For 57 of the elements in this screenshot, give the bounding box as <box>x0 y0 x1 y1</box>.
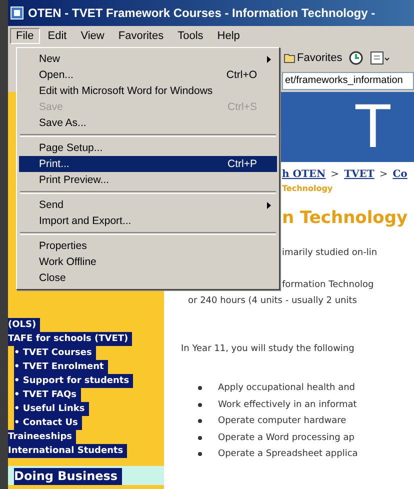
sidebar-link[interactable]: International Students <box>8 444 128 458</box>
page-heading: n Technology <box>282 208 408 228</box>
menu-bar-item[interactable]: File <box>10 28 40 44</box>
menu-item[interactable]: Print Preview... <box>19 172 277 188</box>
address-field[interactable]: et/frameworks_information <box>282 72 414 90</box>
breadcrumb-link[interactable]: h OTEN <box>282 169 326 180</box>
sidebar-link[interactable]: • TVET Courses <box>14 346 96 360</box>
list-item-text: Operate a Word processing ap <box>218 432 354 443</box>
sidebar-link[interactable]: TAFE for schools (TVET) <box>8 332 132 346</box>
banner-letter: T <box>354 96 392 158</box>
menu-bar-item[interactable]: Favorites <box>112 28 170 44</box>
sidebar-link[interactable]: • Contact Us <box>14 416 82 430</box>
sidebar-link[interactable]: Doing Business <box>14 468 122 485</box>
bullet-icon <box>198 436 202 440</box>
sidebar-link[interactable]: Traineeships <box>8 430 76 444</box>
menu-item[interactable]: Send <box>19 197 277 213</box>
sidebar-link[interactable]: • Support for students <box>14 374 134 388</box>
paragraph-text: formation Technolog <box>282 280 374 290</box>
bullet-icon <box>198 402 202 407</box>
bullet-icon <box>198 452 202 456</box>
menu-item[interactable]: Work Offline <box>19 254 277 270</box>
sidebar-link[interactable]: (OLS) <box>8 318 40 332</box>
paragraph-text: In Year 11, you will study the following <box>181 344 354 354</box>
paragraph-text: or 240 hours (4 units - usually 2 units <box>188 296 357 306</box>
list-item-text: Apply occupational health and <box>218 383 356 394</box>
menu-bar-item[interactable]: View <box>74 28 110 44</box>
sidebar-link[interactable]: • TVET FAQs <box>14 388 80 402</box>
breadcrumb-separator: > <box>330 169 340 180</box>
favorites-button[interactable]: Favorites <box>284 52 342 64</box>
list-item-text: Work effectively in an informat <box>218 400 357 410</box>
list-item-text: Operate computer hardware <box>218 416 346 426</box>
menu-bar-item[interactable]: Tools <box>172 28 210 44</box>
menu-item[interactable]: Edit with Microsoft Word for Windows <box>19 83 277 99</box>
menu-bar-item[interactable]: Edit <box>42 28 73 44</box>
breadcrumb-link[interactable]: TVET <box>344 169 374 180</box>
history-icon[interactable] <box>348 50 364 66</box>
menu-item[interactable]: Properties <box>19 238 277 254</box>
window-title: OTEN - TVET Framework Courses - Information Technology - <box>28 6 376 20</box>
list-item-text: Operate a Spreadsheet applica <box>218 449 358 460</box>
menu-item[interactable]: New <box>19 51 277 67</box>
menu-item[interactable]: Page Setup... <box>19 140 277 156</box>
page-subtitle: Technology <box>282 184 333 193</box>
breadcrumb-separator: > <box>379 169 388 180</box>
menu-item[interactable]: Save As... <box>19 115 277 131</box>
folder-icon <box>284 53 295 63</box>
breadcrumb-link[interactable]: Co <box>392 169 408 180</box>
bullet-icon <box>198 386 202 390</box>
menu-item[interactable]: Close <box>19 270 277 286</box>
menu-item[interactable]: Import and Export... <box>19 213 277 229</box>
sidebar-link[interactable]: • TVET Enrolment <box>14 360 108 374</box>
menu-bar-item[interactable]: Help <box>211 28 246 44</box>
menu-item[interactable]: Print... Ctrl+P <box>19 156 277 172</box>
menu-item[interactable]: Open... Ctrl+O <box>19 67 277 83</box>
browser-icon <box>10 6 24 20</box>
sidebar-link[interactable]: • Useful Links <box>14 402 89 416</box>
paragraph-text: imarily studied on-lin <box>282 248 378 258</box>
bullet-icon <box>198 419 202 424</box>
